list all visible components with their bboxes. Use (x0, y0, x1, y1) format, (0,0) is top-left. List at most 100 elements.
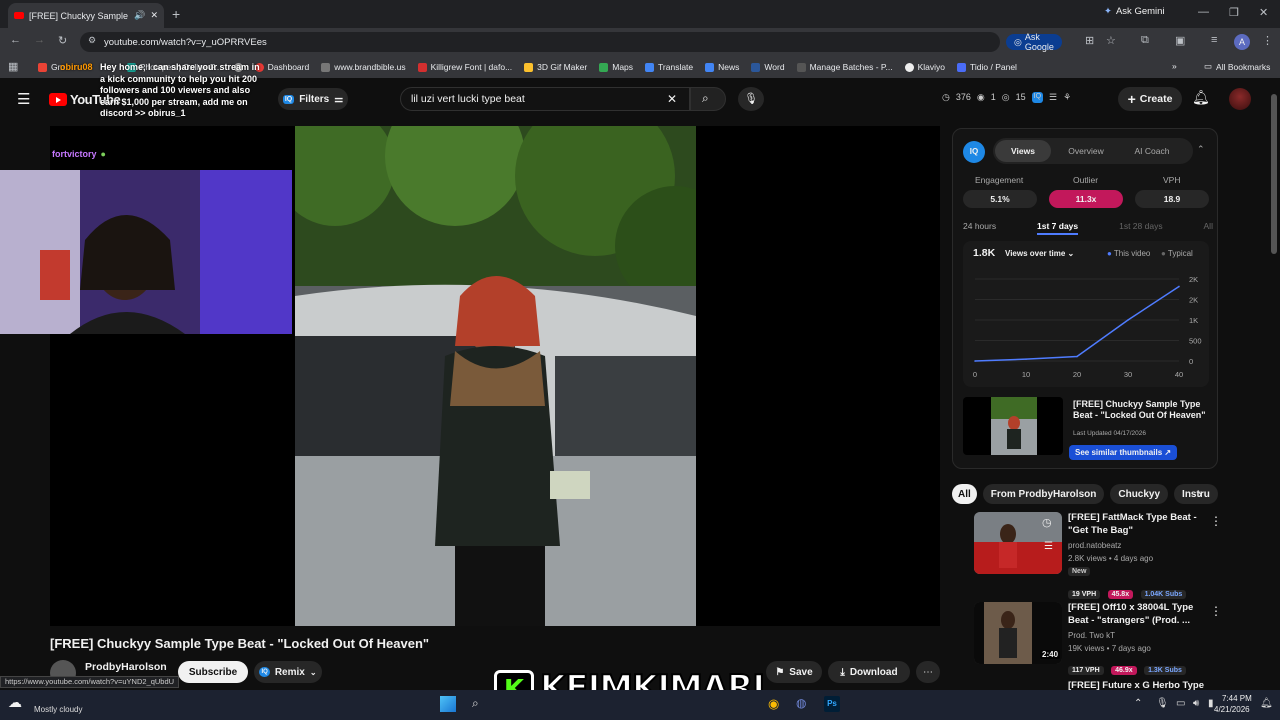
start-icon[interactable] (440, 696, 456, 712)
search-input[interactable]: lil uzi vert lucki type beat ✕ (400, 87, 690, 111)
rec-item[interactable]: 2:40 [FREE] Off10 x 38004L Type Beat - "… (964, 602, 1274, 676)
tray-battery-icon[interactable]: ▮ (1208, 698, 1214, 709)
range-28d[interactable]: 1st 28 days (1119, 221, 1162, 235)
emoji-icon: ● (100, 149, 106, 159)
tray-chevron-icon[interactable]: ⌃ (1134, 698, 1142, 709)
add-queue-icon[interactable]: ☰ (1044, 541, 1053, 552)
bookmark-item[interactable]: Killigrew Font | dafo... (417, 62, 512, 72)
bookmark-item[interactable]: Translate (645, 62, 693, 72)
collapse-icon[interactable]: ⌃ (1197, 144, 1205, 155)
data-point (1127, 319, 1129, 321)
channel-name[interactable]: ProdbyHarolson (85, 661, 167, 673)
minimize-icon[interactable]: — (1198, 6, 1209, 18)
search-button[interactable]: ⌕ (690, 87, 726, 111)
bookmark-item[interactable]: Manage Batches - P... (796, 62, 893, 72)
download-button[interactable]: ⤓ Download (828, 661, 910, 683)
hamburger-menu-icon[interactable]: ☰ (17, 90, 30, 108)
tray-mic-icon[interactable]: 🎙 (1156, 698, 1169, 709)
kebab-menu-icon[interactable]: ⋮ (1262, 34, 1273, 47)
browser-tab[interactable]: [FREE] Chuckyy Sample Typ 🔊 ✕ (8, 3, 164, 28)
reload-icon[interactable]: ↻ (58, 34, 67, 47)
seedling-icon[interactable]: ⚘ (1063, 92, 1071, 103)
all-bookmarks-button[interactable]: ▭ All Bookmarks (1204, 61, 1270, 72)
clock-time[interactable]: 7:44 PM (1222, 694, 1252, 703)
chip-all[interactable]: All (952, 484, 977, 504)
chip-chuckyy[interactable]: Chuckyy (1110, 484, 1169, 504)
close-window-icon[interactable]: ✕ (1259, 6, 1268, 19)
bookmark-item[interactable]: www.brandbible.us (321, 62, 406, 72)
maximize-icon[interactable]: ❐ (1229, 6, 1239, 19)
bookmark-item[interactable]: Word (751, 62, 785, 72)
close-tab-icon[interactable]: ✕ (150, 10, 158, 21)
tab-views[interactable]: Views (995, 140, 1051, 162)
url-bar[interactable]: ⚙ youtube.com/watch?v=y_uOPRRVEes ◎ Ask … (80, 32, 1062, 52)
legend-typical: ● Typical (1161, 249, 1193, 258)
ask-google-button[interactable]: ◎ Ask Google (1006, 32, 1062, 52)
tray-volume-icon[interactable]: 🔊︎ (1193, 698, 1199, 709)
apps-grid-icon[interactable]: ▦ (8, 60, 18, 73)
split-view-icon[interactable]: ▣ (1175, 34, 1185, 47)
bookmark-item[interactable]: Klaviyo (904, 62, 945, 72)
remix-button[interactable]: IQ Remix ⌄ (254, 661, 322, 683)
taskbar-discord-icon[interactable]: ◍ (796, 696, 806, 710)
menu-lines-icon[interactable]: ≡ (1211, 34, 1217, 46)
rec-item[interactable]: [FREE] Future x G Herbo Type (964, 680, 1224, 690)
taskbar-photoshop-icon[interactable]: Ps (824, 696, 840, 712)
bookmark-item[interactable]: Maps (599, 62, 633, 72)
data-point (974, 360, 976, 362)
range-7d[interactable]: 1st 7 days (1037, 221, 1079, 235)
save-button[interactable]: ⚑ Save (766, 661, 822, 683)
iq-small-icon[interactable]: IQ (1031, 92, 1044, 103)
tab-overview[interactable]: Overview (1051, 146, 1121, 156)
bookmark-star-icon[interactable]: ☆ (1106, 34, 1116, 47)
ask-gemini-button[interactable]: ✦ Ask Gemini (1104, 6, 1165, 17)
notification-icon[interactable]: 🔔︎ (1260, 698, 1273, 709)
weather-icon[interactable]: ☁ (8, 694, 22, 711)
profile-avatar[interactable]: A (1234, 34, 1250, 50)
site-info-icon[interactable]: ⚙ (88, 35, 96, 46)
forward-icon[interactable]: → (34, 34, 45, 46)
bookmark-item[interactable]: News (705, 62, 739, 72)
account-avatar[interactable] (1229, 88, 1251, 110)
clear-search-icon[interactable]: ✕ (667, 92, 677, 106)
chart-dropdown[interactable]: Views over time ⌄ (1005, 249, 1074, 258)
rec-more-icon[interactable]: ⋮ (1210, 604, 1222, 618)
tray-network-icon[interactable]: ▭ (1176, 698, 1185, 709)
chip-channel[interactable]: From ProdbyHarolson (982, 484, 1105, 504)
download-label: Download (849, 666, 898, 678)
tab-ai-coach[interactable]: AI Coach (1121, 146, 1183, 156)
new-tab-button[interactable]: + (172, 6, 180, 22)
range-24h[interactable]: 24 hours (963, 221, 996, 235)
taskbar-chrome-icon[interactable]: ◉ (768, 696, 779, 712)
bookmark-item[interactable]: Tidio / Panel (957, 62, 1017, 72)
chip-instru[interactable]: Instru (1174, 484, 1218, 504)
notifications-bell-icon[interactable]: 🔔︎ (1192, 89, 1210, 106)
create-button[interactable]: + Create (1118, 87, 1182, 111)
bookmark-item[interactable]: Dashboard (254, 62, 309, 72)
chevron-right-icon[interactable]: » (1172, 61, 1177, 71)
back-icon[interactable]: ← (10, 34, 21, 46)
rec-outlier: 45.8x (1107, 590, 1134, 599)
extensions-icon[interactable]: ⧉ (1141, 34, 1149, 47)
rec-more-icon[interactable]: ⋮ (1210, 514, 1222, 528)
watch-later-icon[interactable]: ◷ (1042, 516, 1052, 529)
taskbar-search-icon[interactable]: ⌕ (472, 696, 479, 711)
scrollbar-thumb[interactable] (1271, 94, 1277, 254)
rec-subs: 1.3K Subs (1144, 666, 1186, 675)
subscribe-button[interactable]: Subscribe (178, 661, 248, 683)
range-all[interactable]: All (1204, 221, 1213, 235)
bookmark-item[interactable]: 3D Gif Maker (524, 62, 587, 72)
rec-item[interactable]: ◷ ☰ [FREE] FattMack Type Beat - "Get The… (964, 512, 1274, 599)
mic-icon[interactable]: 🎙 (738, 87, 764, 111)
more-actions-icon[interactable]: ⋯ (916, 661, 940, 683)
clock-date[interactable]: 4/21/2026 (1214, 705, 1250, 714)
list-icon[interactable]: ☰ (1049, 92, 1057, 103)
chips-next-icon[interactable]: › (1198, 487, 1202, 501)
stat-time: 376 (955, 92, 971, 102)
page-scrollbar[interactable] (1271, 82, 1277, 688)
card-thumbnail[interactable] (963, 397, 1063, 455)
install-icon[interactable]: ⊞ (1085, 34, 1094, 47)
see-similar-button[interactable]: See similar thumbnails ↗ (1069, 445, 1178, 460)
filters-button[interactable]: IQ Filters ⚌ (278, 88, 348, 110)
audio-icon[interactable]: 🔊 (134, 10, 145, 21)
